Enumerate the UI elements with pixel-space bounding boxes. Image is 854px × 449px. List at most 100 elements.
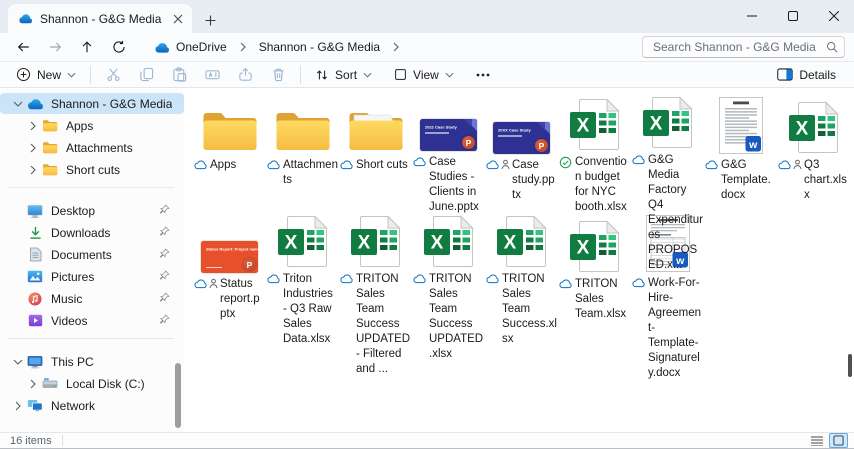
rename-icon[interactable] [196, 64, 228, 86]
cut-icon[interactable] [97, 64, 129, 86]
copy-icon[interactable] [130, 64, 162, 86]
sidebar-item-label: Network [51, 398, 96, 413]
sidebar-item-this-pc[interactable]: This PC [0, 351, 184, 372]
sidebar-item-short-cuts[interactable]: Short cuts [0, 159, 184, 180]
sidebar-item-network[interactable]: Network [0, 395, 184, 416]
file-item-short-cuts[interactable]: Short cuts [339, 96, 412, 215]
file-name-text: Case Studies - Clients in June.pptx [429, 156, 479, 213]
desktop-icon [26, 204, 44, 218]
pin-icon [159, 292, 170, 303]
file-item-triton-sales-team-success-updated-xlsx[interactable]: X TRITON Sales Team Success UPDATED.xlsx [412, 215, 485, 360]
file-item-g-g-template-docx[interactable]: w G&G Template.docx [704, 96, 777, 215]
minimize-button[interactable] [731, 0, 772, 32]
chevron-right-icon[interactable] [390, 42, 402, 52]
search-icon [826, 41, 838, 53]
tab-close-icon[interactable] [169, 10, 186, 27]
file-item-apps[interactable]: Apps [193, 96, 266, 215]
forward-icon[interactable] [40, 34, 70, 60]
file-item-convention-budget-for-nyc-booth-xlsx[interactable]: X Convention budget for NYC booth.xlsx [558, 96, 631, 215]
search-input[interactable] [653, 40, 826, 54]
onedrive-tree-section: Shannon - G&G Media Apps Attachments Short … [0, 88, 184, 180]
file-item-q3-chart-xlsx[interactable]: X Q3 chart.xlsx [777, 96, 850, 215]
sidebar-item-label: Downloads [51, 225, 111, 240]
powerpoint-badge-icon: P [243, 258, 256, 271]
chevron-right-icon[interactable] [25, 121, 41, 131]
svg-text:X: X [577, 238, 590, 259]
sidebar-item-pictures[interactable]: Pictures [0, 266, 184, 287]
refresh-icon[interactable] [104, 34, 134, 60]
main-scrollbar[interactable] [848, 354, 852, 377]
folder-icon [41, 163, 59, 176]
file-item-case-studies-clients-in-june-pptx[interactable]: 2022 Case Study P Case Studies - Clients… [412, 96, 485, 215]
tiles-view-icon[interactable] [829, 433, 848, 448]
file-item-case-study-pptx[interactable]: 20XX Case Study P Case study.pptx [485, 96, 558, 215]
list-view-icon[interactable] [807, 433, 826, 448]
folder-icon [193, 96, 266, 156]
downloads-icon [26, 226, 44, 240]
svg-text:X: X [577, 116, 590, 137]
sidebar-item-label: Attachments [66, 140, 133, 155]
file-label: Attachments [266, 158, 339, 188]
slide-title-text: Status Report: Project name [206, 247, 260, 252]
sidebar-item-apps[interactable]: Apps [0, 115, 184, 136]
file-name-text: Triton Industries - Q3 Raw Sales Data.xl… [283, 273, 333, 345]
onedrive-cloud-icon [154, 42, 170, 53]
sidebar-scrollbar[interactable] [175, 363, 181, 428]
up-icon[interactable] [72, 34, 102, 60]
file-label: Case Studies - Clients in June.pptx [412, 155, 485, 215]
chevron-down-icon[interactable] [10, 100, 26, 108]
back-icon[interactable] [8, 34, 38, 60]
file-item-triton-sales-team-success-updated-filter[interactable]: X TRITON Sales Team Success UPDATED - Fi… [339, 215, 412, 375]
delete-icon[interactable] [262, 64, 294, 86]
file-item-triton-industries-q3-raw-sales-data-xlsx[interactable]: X Triton Industries - Q3 Raw Sales Data.… [266, 215, 339, 345]
folder-icon [41, 119, 59, 132]
file-name-text: Apps [210, 159, 237, 171]
docx-text-icon: w [704, 96, 777, 156]
sidebar-item-desktop[interactable]: Desktop [0, 200, 184, 221]
sort-button[interactable]: Sort [307, 65, 380, 85]
explorer-tab[interactable]: Shannon - G&G Media [8, 4, 192, 33]
file-item-triton-sales-team-success-xlsx[interactable]: X TRITON Sales Team Success.xlsx [485, 215, 558, 345]
file-item-g-g-media-factory-q4-expenditures-propos[interactable]: X G&G Media Factory Q4 Expenditures PROP… [631, 96, 704, 271]
breadcrumb-onedrive[interactable]: OneDrive [148, 38, 233, 56]
xlsx-icon: X [558, 96, 631, 153]
chevron-right-icon[interactable] [10, 401, 26, 411]
file-label: Status report.pptx [193, 277, 266, 322]
chevron-right-icon[interactable] [25, 165, 41, 175]
pptx-thumbnail: 2022 Case Study P [420, 119, 477, 151]
pin-icon [159, 226, 170, 237]
close-window-button[interactable] [813, 0, 854, 32]
new-button[interactable]: New [8, 64, 84, 85]
details-button[interactable]: Details [769, 65, 844, 85]
sidebar-item-music[interactable]: Music [0, 288, 184, 309]
file-item-status-report-pptx[interactable]: Status Report: Project name P Status rep… [193, 215, 266, 334]
documents-icon [26, 247, 44, 262]
pin-icon [159, 204, 170, 215]
paste-icon[interactable] [163, 64, 195, 86]
chevron-right-icon[interactable] [25, 143, 41, 153]
sidebar-item-attachments[interactable]: Attachments [0, 137, 184, 158]
details-pane-icon [777, 68, 793, 81]
file-item-triton-sales-team-xlsx[interactable]: X TRITON Sales Team.xlsx [558, 215, 631, 334]
see-more-button[interactable] [468, 70, 498, 80]
file-label: TRITON Sales Team Success UPDATED - Filt… [339, 272, 412, 377]
new-tab-button[interactable] [196, 7, 224, 33]
xlsx-icon: X [485, 215, 558, 270]
sidebar-item-shannon-g-g-media[interactable]: Shannon - G&G Media [0, 93, 184, 114]
chevron-right-icon[interactable] [25, 379, 41, 389]
sidebar-item-local-disk-c[interactable]: Local Disk (C:) [0, 373, 184, 394]
sidebar-item-documents[interactable]: Documents [0, 244, 184, 265]
sidebar-item-downloads[interactable]: Downloads [0, 222, 184, 243]
share-icon[interactable] [229, 64, 261, 86]
tab-bar: Shannon - G&G Media [0, 0, 854, 33]
breadcrumb-current-folder[interactable]: Shannon - G&G Media [253, 38, 386, 56]
maximize-button[interactable] [772, 0, 813, 32]
available-check-icon [559, 156, 572, 169]
sidebar-item-videos[interactable]: Videos [0, 310, 184, 331]
breadcrumb: OneDrive Shannon - G&G Media [148, 38, 642, 56]
view-button[interactable]: View [386, 65, 462, 85]
file-item-attachments[interactable]: Attachments [266, 96, 339, 215]
pptx-blue-icon: 2022 Case Study P [412, 96, 485, 153]
chevron-down-icon[interactable] [10, 358, 26, 366]
search-box[interactable] [642, 36, 845, 58]
